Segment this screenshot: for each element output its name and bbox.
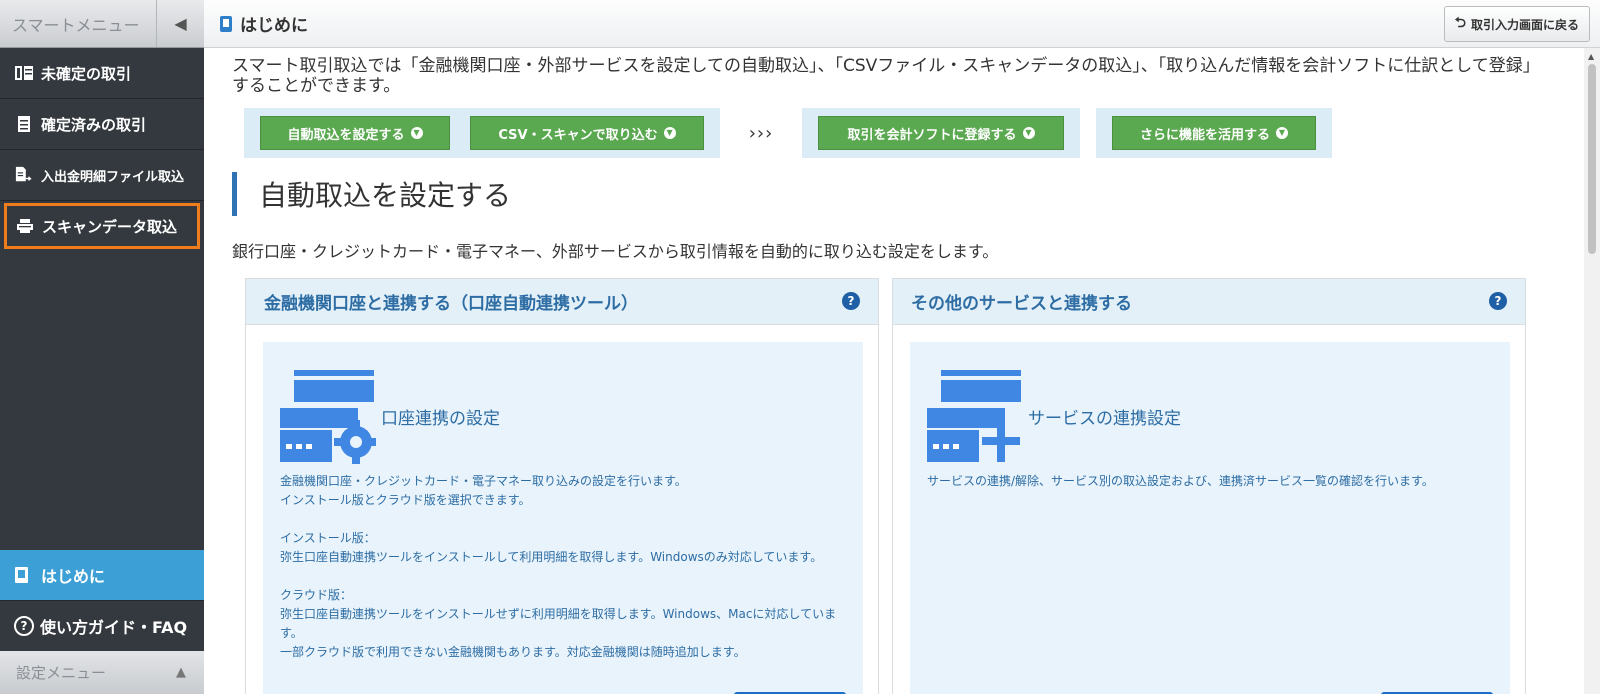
chevron-down-icon: ▼: [410, 127, 423, 139]
service-link-card: その他のサービスと連携する ? サービスの連携設定 サービスの連携/解除、サービ…: [892, 278, 1526, 694]
flow-group-more: さらに機能を活用する ▼: [1096, 108, 1332, 158]
page-title: はじめに: [204, 11, 308, 36]
sidebar-item-label: 確定済みの取引: [41, 115, 147, 134]
back-to-entry-button[interactable]: ⮌ 取引入力画面に戻る: [1443, 6, 1590, 42]
desc-line: サービスの連携/解除、サービス別の取込設定および、連携済サービス一覧の確認を行い…: [927, 474, 1434, 488]
main-content: スマート取引取込では「金融機関口座・外部サービスを設定しての自動取込」、「CSV…: [204, 48, 1584, 694]
book-icon: [15, 567, 33, 583]
chevron-down-icon: ▼: [663, 127, 676, 139]
flow-group-register: 取引を会計ソフトに登録する ▼: [802, 108, 1080, 158]
return-arrow-icon: ⮌: [1454, 15, 1466, 31]
card-body[interactable]: サービスの連携設定 サービスの連携/解除、サービス別の取込設定および、連携済サー…: [910, 342, 1510, 694]
sidebar-header: スマートメニュー ◀: [0, 0, 204, 48]
card-body[interactable]: 口座連携の設定 金融機関口座・クレジットカード・電子マネー取り込みの設定を行いま…: [263, 342, 863, 694]
page-title-text: はじめに: [240, 16, 308, 36]
intro-text: スマート取引取込では「金融機関口座・外部サービスを設定しての自動取込」、「CSV…: [232, 56, 1540, 96]
vertical-scrollbar[interactable]: ▲: [1584, 48, 1600, 694]
account-settings-icon: [280, 370, 376, 464]
csv-scan-import-button[interactable]: CSV・スキャンで取り込む ▼: [470, 116, 704, 150]
sidebar-collapse-button[interactable]: ◀: [156, 0, 204, 47]
desc-spacer: [280, 510, 840, 529]
chevron-left-icon: ◀: [174, 14, 187, 33]
scroll-up-icon[interactable]: ▲: [1588, 52, 1594, 61]
card-header: その他のサービスと連携する ?: [893, 279, 1525, 325]
service-add-icon: [927, 370, 1021, 462]
chevron-up-icon: ▲: [176, 665, 186, 680]
ledger-icon: [15, 64, 33, 82]
app-window: スマートメニュー ◀ 未確定の取引 確定済みの取引 入出金明細ファイル取込 スキ…: [0, 0, 1600, 694]
card-header: 金融機関口座と連携する（口座自動連携ツール） ?: [246, 279, 878, 325]
scrollbar-thumb[interactable]: [1588, 64, 1596, 254]
card-description: 金融機関口座・クレジットカード・電子マネー取り込みの設定を行います。 インストー…: [280, 472, 840, 662]
sidebar-item-label: 入出金明細ファイル取込: [41, 169, 185, 185]
button-label: 自動取込を設定する: [287, 127, 405, 143]
back-button-label: 取引入力画面に戻る: [1470, 17, 1579, 32]
desc-line: 金融機関口座・クレジットカード・電子マネー取り込みの設定を行います。: [280, 474, 687, 488]
auto-import-setup-button[interactable]: 自動取込を設定する ▼: [260, 116, 450, 150]
sidebar-item-label: 使い方ガイド・FAQ: [40, 617, 188, 637]
button-label: さらに機能を活用する: [1139, 127, 1270, 143]
document-icon: [15, 115, 33, 133]
settings-menu-label: 設定メニュー: [16, 664, 107, 682]
desc-line: 一部クラウド版で利用できない金融機関もあります。対応金融機関は随時追加します。: [280, 645, 746, 659]
sidebar-item-scan-import[interactable]: スキャンデータ取込: [4, 203, 200, 249]
section-title: 自動取込を設定する: [232, 172, 511, 216]
card-subtitle: サービスの連携設定: [1028, 409, 1181, 429]
flow-chevrons: ›››: [748, 122, 774, 144]
bank-link-card: 金融機関口座と連携する（口座自動連携ツール） ? 口座連携の設定 金融機関口座・…: [245, 278, 879, 694]
desc-line: インストール版とクラウド版を選択できます。: [280, 493, 531, 507]
section-description: 銀行口座・クレジットカード・電子マネー、外部サービスから取引情報を自動的に取り込…: [232, 242, 999, 261]
desc-spacer: [280, 567, 840, 586]
flow-group-setup: 自動取込を設定する ▼ CSV・スキャンで取り込む ▼: [244, 108, 720, 158]
settings-menu-toggle[interactable]: 設定メニュー ▲: [0, 651, 204, 694]
sidebar: スマートメニュー ◀ 未確定の取引 確定済みの取引 入出金明細ファイル取込 スキ…: [0, 0, 204, 694]
desc-line: インストール版：: [280, 531, 376, 545]
sidebar-item-label: はじめに: [41, 567, 106, 586]
chevron-down-icon: ▼: [1276, 127, 1288, 139]
sidebar-item-label: スキャンデータ取込: [42, 217, 178, 236]
card-header-text: 金融機関口座と連携する（口座自動連携ツール）: [264, 294, 638, 314]
sidebar-item-label: 未確定の取引: [41, 64, 132, 83]
help-icon[interactable]: ?: [1489, 292, 1507, 310]
card-header-text: その他のサービスと連携する: [911, 294, 1132, 314]
sidebar-item-hajime[interactable]: はじめに: [0, 550, 204, 600]
card-subtitle: 口座連携の設定: [381, 409, 500, 429]
button-label: 取引を会計ソフトに登録する: [847, 127, 1017, 143]
book-icon: [220, 15, 232, 32]
help-icon[interactable]: ?: [842, 292, 860, 310]
help-circle-icon: ?: [14, 615, 34, 636]
button-label: CSV・スキャンで取り込む: [498, 127, 658, 143]
desc-line: 弥生口座自動連携ツールをインストールして利用明細を取得します。Windowsのみ…: [280, 550, 823, 564]
sidebar-item-file-import[interactable]: 入出金明細ファイル取込: [0, 150, 204, 201]
top-bar: はじめに ⮌ 取引入力画面に戻る: [204, 0, 1600, 48]
more-features-button[interactable]: さらに機能を活用する ▼: [1112, 116, 1316, 150]
desc-line: 弥生口座自動連携ツールをインストールせずに利用明細を取得します。Windows、…: [280, 607, 837, 640]
card-description: サービスの連携/解除、サービス別の取込設定および、連携済サービス一覧の確認を行い…: [927, 472, 1487, 491]
desc-line: クラウド版：: [280, 588, 353, 602]
sidebar-title: スマートメニュー: [12, 15, 140, 35]
file-import-icon: [15, 166, 33, 184]
sidebar-item-guide[interactable]: ? 使い方ガイド・FAQ: [0, 600, 204, 650]
chevron-down-icon: ▼: [1022, 127, 1035, 139]
sidebar-item-unconfirmed[interactable]: 未確定の取引: [0, 48, 204, 99]
sidebar-item-confirmed[interactable]: 確定済みの取引: [0, 99, 204, 150]
flow-nav: 自動取込を設定する ▼ CSV・スキャンで取り込む ▼ ››› 取引を会計ソフト…: [244, 108, 1332, 158]
scanner-icon: [16, 217, 34, 235]
register-to-accounting-button[interactable]: 取引を会計ソフトに登録する ▼: [818, 116, 1064, 150]
